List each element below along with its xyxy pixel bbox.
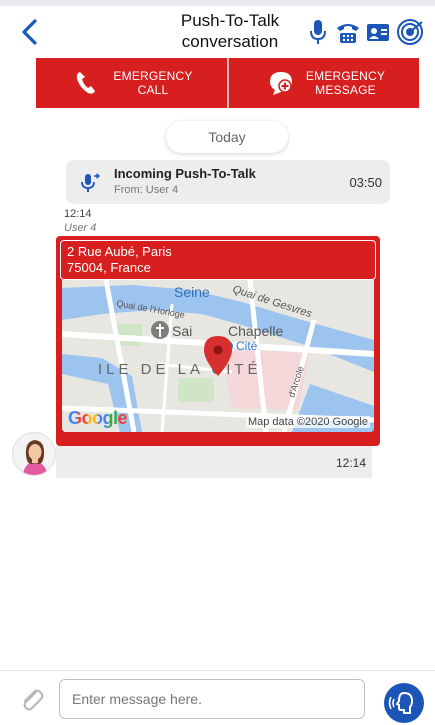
message-sender: User 4: [64, 222, 97, 234]
ptt-duration: 03:50: [349, 175, 382, 190]
incoming-ptt-card[interactable]: Incoming Push-To-Talk From: User 4 03:50: [66, 160, 390, 204]
microphone-button[interactable]: [304, 18, 332, 46]
call-button[interactable]: [334, 18, 362, 46]
map-attribution: Map data ©2020 Google: [245, 416, 370, 428]
page-title-line1: Push-To-Talk: [180, 11, 280, 30]
microphone-icon: [310, 20, 326, 44]
phone-call-icon: [337, 24, 359, 43]
push-to-talk-button[interactable]: [384, 683, 424, 723]
map-preview[interactable]: Seine Quai de l'Horloge Quai de Gesvres …: [62, 280, 374, 432]
ptt-title: Incoming Push-To-Talk: [114, 166, 256, 181]
header-bar: Push-To-Talk conversation: [0, 6, 435, 58]
contact-card-button[interactable]: [364, 18, 392, 46]
emergency-message-label-line1: EMERGENCY: [305, 69, 386, 83]
emergency-message-button[interactable]: EMERGENCY MESSAGE: [226, 58, 420, 108]
map-label-seine: Seine: [174, 284, 210, 300]
emergency-bar: EMERGENCY CALL EMERGENCY MESSAGE: [36, 58, 419, 108]
ptt-from: From: User 4: [114, 184, 179, 196]
map-label-sainte-chapelle-a: Sai: [172, 323, 192, 339]
ptt-conversation-screen: Push-To-Talk conversation EMERGENCY CALL…: [0, 0, 435, 725]
location-message-footer: 12:14: [56, 446, 372, 478]
google-logo: Google: [68, 408, 128, 429]
map-label-sainte-chapelle-b: Chapelle: [228, 323, 283, 339]
emergency-call-label-line2: CALL: [137, 83, 169, 97]
user-avatar-image: [13, 433, 55, 475]
location-message-card[interactable]: 2 Rue Aubé, Paris 75004, France Seine Qu…: [56, 236, 380, 446]
emergency-call-label-line1: EMERGENCY: [113, 69, 193, 83]
radio-signal-icon: [397, 19, 423, 45]
map-label-cite: Cité: [236, 339, 258, 353]
attach-button[interactable]: [18, 686, 46, 714]
contact-card-icon: [367, 24, 389, 41]
location-address: 2 Rue Aubé, Paris 75004, France: [60, 240, 376, 280]
date-divider: Today: [166, 121, 288, 153]
ptt-incoming-icon: [81, 173, 100, 192]
radio-signal-button[interactable]: [396, 18, 424, 46]
avatar[interactable]: [12, 432, 56, 476]
page-title: Push-To-Talk conversation: [150, 10, 310, 52]
google-logo-text: Google: [68, 408, 128, 428]
map-label-ile-de-la-cite: ILE DE LA CITÉ: [98, 361, 262, 378]
composer-divider: [0, 670, 435, 671]
location-message-time: 12:14: [335, 456, 366, 470]
speaking-head-icon: [388, 691, 414, 714]
paperclip-icon: [23, 689, 44, 711]
emergency-message-label-line2: MESSAGE: [315, 83, 376, 97]
page-title-line2: conversation: [181, 32, 279, 51]
emergency-call-label: EMERGENCY CALL: [98, 69, 208, 97]
address-line1: 2 Rue Aubé, Paris: [67, 244, 172, 259]
phone-icon: [76, 72, 95, 94]
message-timestamp: 12:14: [64, 208, 92, 220]
back-button[interactable]: [16, 16, 44, 48]
emergency-call-button[interactable]: EMERGENCY CALL: [36, 58, 227, 108]
message-input[interactable]: [59, 679, 365, 719]
back-chevron-icon: [22, 19, 37, 45]
emergency-message-label: EMERGENCY MESSAGE: [291, 69, 401, 97]
address-line2: 75004, France: [67, 260, 151, 275]
